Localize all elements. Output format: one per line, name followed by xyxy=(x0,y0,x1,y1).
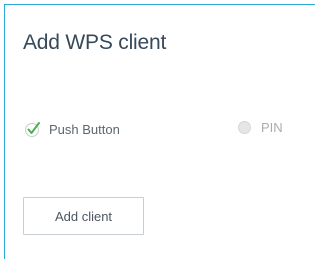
add-client-button[interactable]: Add client xyxy=(23,197,144,235)
pin-option[interactable]: PIN xyxy=(238,120,283,135)
radio-icon xyxy=(238,121,251,134)
wps-client-panel: Add WPS client Push Button PIN Add clien… xyxy=(4,4,315,259)
checkmark-icon xyxy=(24,120,42,138)
panel-title: Add WPS client xyxy=(23,31,167,54)
push-button-option[interactable]: Push Button xyxy=(24,120,120,138)
pin-label: PIN xyxy=(261,120,283,135)
push-button-label: Push Button xyxy=(49,121,120,137)
